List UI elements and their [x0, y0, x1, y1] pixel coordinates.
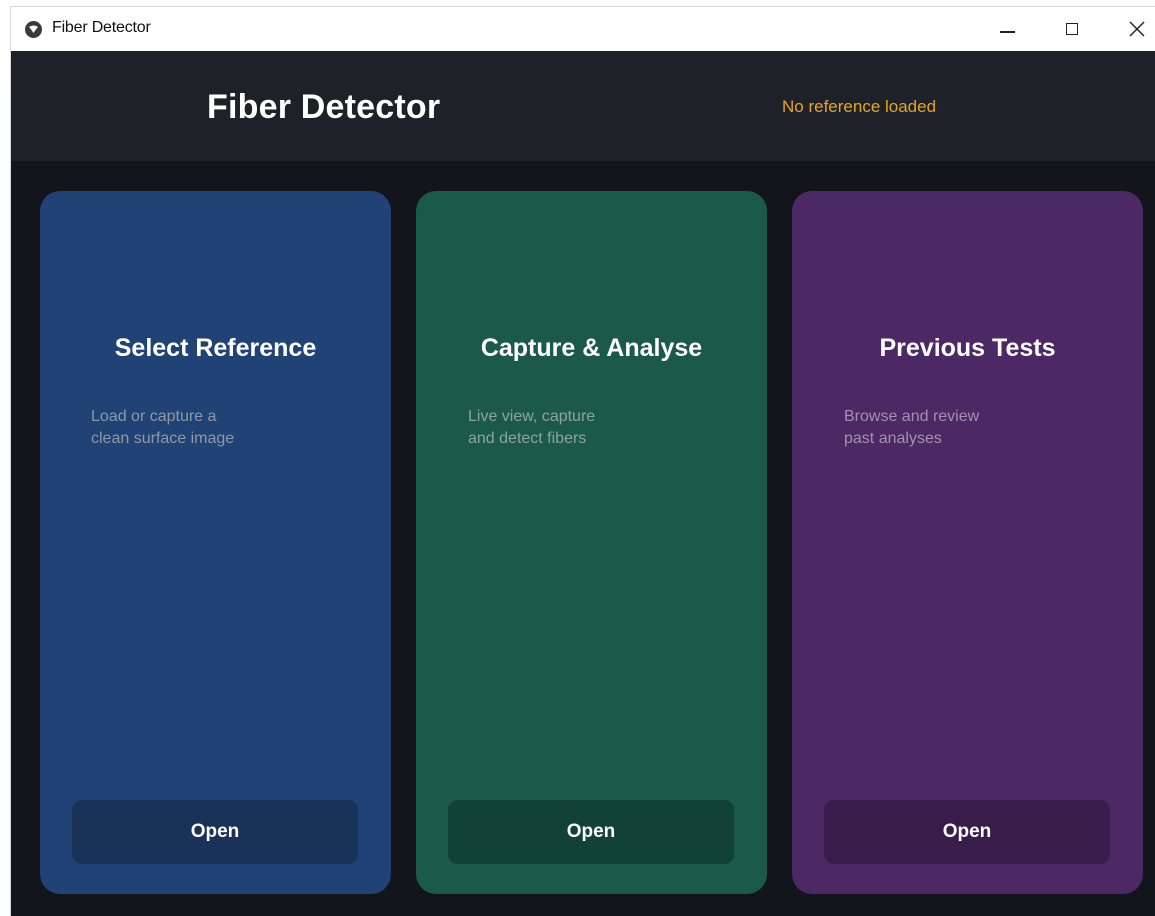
card-description: Live view, capture and detect fibers	[468, 408, 596, 447]
page-title: Fiber Detector	[207, 88, 441, 126]
close-button[interactable]	[1107, 7, 1155, 51]
card-title: Select Reference	[114, 334, 317, 362]
app-window: Fiber Detector Fiber Detector No referen…	[10, 6, 1155, 916]
maximize-icon	[1066, 23, 1078, 35]
card-title: Capture & Analyse	[480, 334, 703, 362]
capture-analyse-open-button[interactable]: Open	[448, 800, 734, 864]
app-header: Fiber Detector No reference loaded	[11, 51, 1155, 161]
window-title: Fiber Detector	[52, 19, 151, 36]
window-titlebar[interactable]: Fiber Detector	[11, 7, 1155, 51]
select-reference-open-button[interactable]: Open	[72, 800, 358, 864]
capture-analyse-card: Capture & Analyse Live view, capture and…	[416, 191, 767, 894]
card-description: Load or capture a clean surface image	[91, 408, 235, 447]
card-title: Previous Tests	[879, 334, 1056, 362]
card-description: Browse and review past analyses	[844, 408, 980, 447]
reference-status: No reference loaded	[782, 97, 937, 116]
select-reference-card: Select Reference Load or capture a clean…	[40, 191, 391, 894]
maximize-button[interactable]	[1042, 7, 1102, 51]
app-logo-icon	[25, 21, 42, 38]
previous-tests-card: Previous Tests Browse and review past an…	[792, 191, 1143, 894]
app-content: Fiber Detector No reference loaded Selec…	[11, 51, 1155, 916]
previous-tests-open-button[interactable]: Open	[824, 800, 1110, 864]
minimize-icon	[999, 31, 1015, 33]
minimize-button[interactable]	[977, 7, 1037, 51]
close-icon	[1129, 21, 1145, 37]
